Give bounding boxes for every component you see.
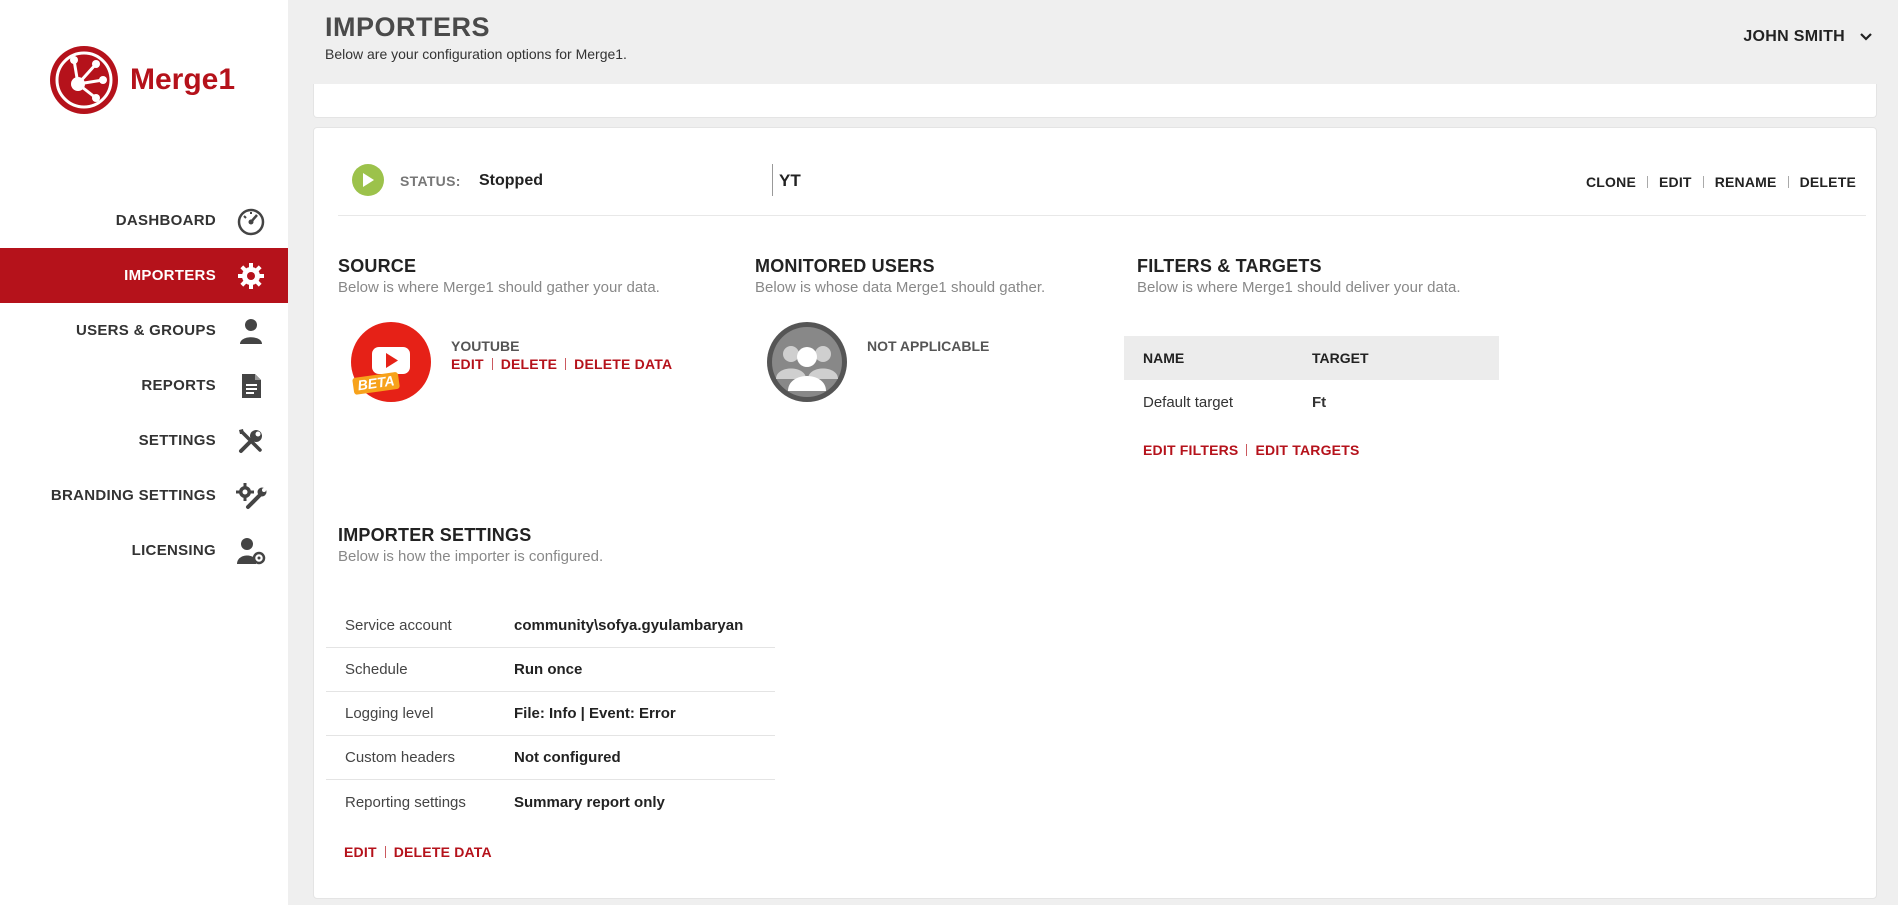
status-value: Stopped	[479, 172, 543, 189]
chevron-down-icon	[1860, 33, 1872, 41]
user-menu[interactable]: JOHN SMITH	[1743, 28, 1873, 46]
setting-label: Logging level	[345, 705, 434, 722]
filters-targets-subtitle: Below is where Merge1 should deliver you…	[1137, 279, 1461, 296]
tools-icon	[234, 424, 268, 458]
source-delete-link[interactable]: DELETE	[501, 356, 557, 372]
importer-settings-table: Service account community\sofya.gyulamba…	[326, 604, 775, 824]
filters-targets-links: EDIT FILTERS EDIT TARGETS	[1143, 442, 1360, 458]
status-label: STATUS:	[400, 173, 461, 189]
source-name: YOUTUBE	[451, 338, 520, 354]
edit-filters-link[interactable]: EDIT FILTERS	[1143, 442, 1238, 458]
setting-label: Reporting settings	[345, 793, 466, 811]
setting-label: Service account	[345, 617, 452, 634]
importer-card: STATUS: Stopped YT CLONE EDIT RENAME DEL…	[313, 127, 1877, 899]
gear-icon	[234, 259, 268, 293]
divider	[1787, 176, 1789, 188]
sidebar-item-label: BRANDING SETTINGS	[50, 487, 216, 504]
user-name: JOHN SMITH	[1743, 28, 1845, 45]
sidebar-item-label: DASHBOARD	[115, 212, 216, 229]
target-value: Ft	[1312, 393, 1327, 411]
table-header: NAME TARGET	[1124, 336, 1499, 380]
sidebar-item-reports[interactable]: REPORTS	[0, 358, 288, 413]
setting-value: Summary report only	[514, 793, 665, 811]
source-edit-link[interactable]: EDIT	[451, 356, 484, 372]
sidebar-item-label: USERS & GROUPS	[75, 322, 216, 339]
monitored-users-title: MONITORED USERS	[755, 256, 935, 276]
setting-value: File: Info | Event: Error	[514, 705, 676, 722]
edit-button[interactable]: EDIT	[1659, 174, 1692, 190]
table-row: Reporting settings Summary report only	[326, 780, 775, 824]
column-header-name: NAME	[1143, 350, 1185, 366]
sidebar-item-settings[interactable]: SETTINGS	[0, 413, 288, 468]
importer-settings-title: IMPORTER SETTINGS	[338, 525, 532, 545]
filters-targets-title: FILTERS & TARGETS	[1137, 256, 1322, 276]
sidebar: Merge1 DASHBOARD IMPORTERS USERS & GROUP…	[0, 0, 288, 905]
user-gear-icon	[234, 534, 268, 568]
filters-targets-table: NAME TARGET Default target Ft	[1124, 336, 1499, 424]
setting-label: Custom headers	[345, 749, 456, 766]
importer-name: YT	[779, 171, 801, 190]
table-row: Logging level File: Info | Event: Error	[326, 692, 775, 736]
sidebar-item-users-groups[interactable]: USERS & GROUPS	[0, 303, 288, 358]
divider	[1246, 444, 1248, 456]
divider	[772, 164, 773, 196]
source-links: EDIT DELETE DELETE DATA	[451, 356, 672, 372]
sidebar-item-label: IMPORTERS	[124, 267, 216, 284]
sidebar-item-label: SETTINGS	[138, 432, 216, 449]
importer-actions: CLONE EDIT RENAME DELETE	[1586, 174, 1856, 190]
speedometer-icon	[234, 204, 268, 238]
logo[interactable]: Merge1	[48, 44, 235, 116]
column-header-target: TARGET	[1312, 350, 1369, 366]
monitored-users-value: NOT APPLICABLE	[867, 338, 990, 354]
sidebar-item-licensing[interactable]: LICENSING	[0, 523, 288, 578]
youtube-icon: BETA	[351, 322, 431, 402]
setting-value: Run once	[514, 661, 583, 678]
sidebar-item-dashboard[interactable]: DASHBOARD	[0, 193, 288, 248]
importer-settings-subtitle: Below is how the importer is configured.	[338, 548, 604, 565]
gear-wrench-icon	[234, 479, 268, 513]
table-row: Schedule Run once	[326, 648, 775, 692]
divider	[491, 358, 493, 370]
settings-edit-link[interactable]: EDIT	[344, 844, 377, 860]
delete-button[interactable]: DELETE	[1800, 174, 1856, 190]
source-subtitle: Below is where Merge1 should gather your…	[338, 279, 660, 296]
importer-status-bar: STATUS: Stopped YT CLONE EDIT RENAME DEL…	[338, 144, 1866, 216]
brand-name: Merge1	[130, 63, 236, 96]
divider	[565, 358, 567, 370]
edit-targets-link[interactable]: EDIT TARGETS	[1255, 442, 1359, 458]
table-row: Service account community\sofya.gyulamba…	[326, 604, 775, 648]
setting-value: community\sofya.gyulambaryan	[514, 617, 744, 634]
divider	[1702, 176, 1704, 188]
sidebar-nav: DASHBOARD IMPORTERS USERS & GROUPS REPOR…	[0, 193, 288, 578]
rename-button[interactable]: RENAME	[1715, 174, 1777, 190]
sidebar-item-branding-settings[interactable]: BRANDING SETTINGS	[0, 468, 288, 523]
play-icon	[363, 173, 374, 187]
page-header: IMPORTERS Below are your configuration o…	[288, 0, 1898, 84]
divider	[384, 846, 386, 858]
clone-button[interactable]: CLONE	[1586, 174, 1636, 190]
table-row: Default target Ft	[1124, 380, 1499, 424]
target-name: Default target	[1143, 393, 1234, 411]
settings-delete-data-link[interactable]: DELETE DATA	[394, 844, 492, 860]
page-subtitle: Below are your configuration options for…	[325, 46, 627, 62]
sidebar-item-importers[interactable]: IMPORTERS	[0, 248, 288, 303]
merge1-logo-icon	[50, 46, 118, 114]
source-title: SOURCE	[338, 256, 417, 276]
source-delete-data-link[interactable]: DELETE DATA	[574, 356, 672, 372]
previous-card-edge	[313, 84, 1877, 118]
importer-settings-links: EDIT DELETE DATA	[344, 844, 492, 860]
setting-value: Not configured	[514, 749, 621, 766]
user-icon	[234, 314, 268, 348]
sidebar-item-label: LICENSING	[131, 542, 216, 559]
table-row: Custom headers Not configured	[326, 736, 775, 780]
monitored-users-subtitle: Below is whose data Merge1 should gather…	[755, 279, 1046, 296]
divider	[1646, 176, 1648, 188]
page-title: IMPORTERS	[325, 12, 491, 42]
document-icon	[234, 369, 268, 403]
setting-label: Schedule	[345, 661, 408, 678]
start-button[interactable]	[352, 164, 384, 196]
sidebar-item-label: REPORTS	[141, 377, 216, 394]
user-group-icon	[767, 322, 847, 402]
